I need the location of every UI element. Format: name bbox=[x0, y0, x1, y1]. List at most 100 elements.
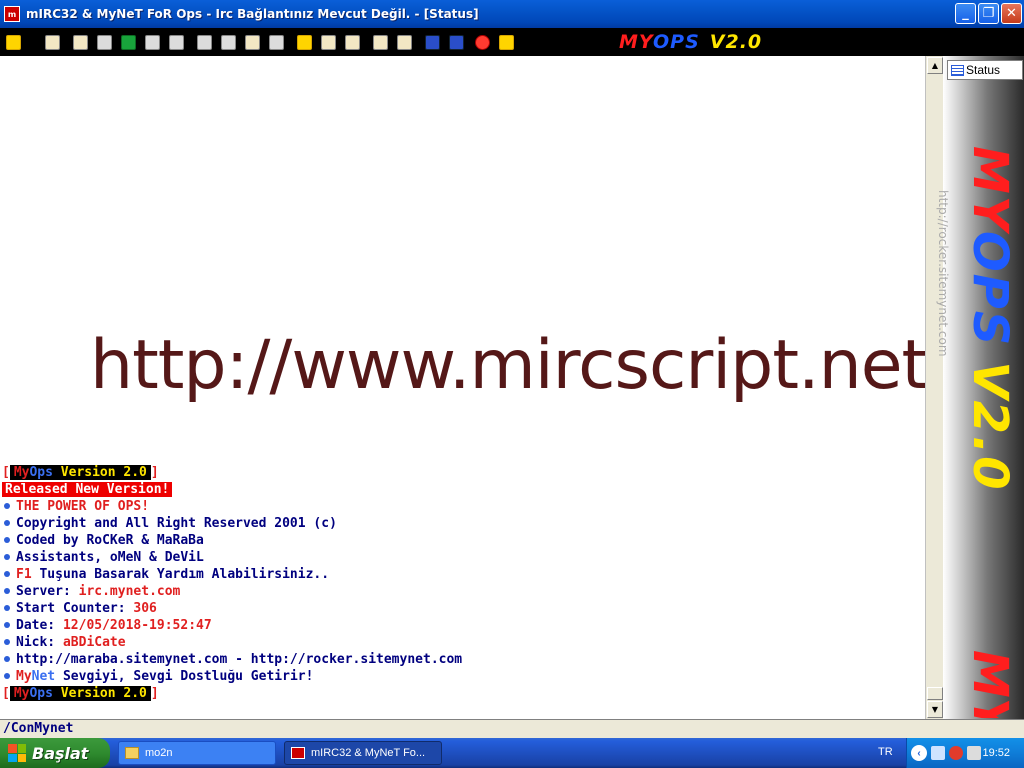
mirc-app-icon[interactable]: m bbox=[4, 6, 20, 22]
address-book-icon[interactable] bbox=[96, 34, 113, 51]
script-editor-icon[interactable] bbox=[120, 34, 137, 51]
channels-list-icon[interactable] bbox=[72, 34, 89, 51]
minimize-button[interactable]: _ bbox=[955, 3, 976, 24]
colors-icon[interactable] bbox=[244, 34, 261, 51]
switchbar-item-status[interactable]: Status bbox=[947, 60, 1023, 80]
log-segment: THE POWER OF OPS! bbox=[16, 499, 150, 514]
bullet-icon bbox=[4, 672, 10, 679]
version-my: My bbox=[13, 465, 30, 480]
windows-flag-icon bbox=[8, 744, 26, 762]
log-line: THE POWER OF OPS! bbox=[2, 498, 902, 515]
dcc-icon[interactable] bbox=[144, 34, 161, 51]
tray-app-icon[interactable] bbox=[967, 746, 981, 760]
vertical-brand-version: V2.0 bbox=[963, 361, 1018, 492]
notify-icon[interactable] bbox=[168, 34, 185, 51]
toolbar: MYOPS V2.0 bbox=[0, 28, 1024, 56]
toolbar-brand-logo: MYOPS V2.0 bbox=[619, 31, 762, 53]
bottom-brand-my: MY bbox=[963, 650, 1018, 718]
window-title: mIRC32 & MyNeT FoR Ops - Irc Bağlantınız… bbox=[26, 7, 479, 21]
log-segment: 306 bbox=[133, 601, 157, 616]
log-segment: Date: bbox=[16, 618, 63, 633]
scrollbar-thumb[interactable] bbox=[927, 687, 943, 700]
dcc-send-icon[interactable] bbox=[344, 34, 361, 51]
log-line: Copyright and All Right Reserved 2001 (c… bbox=[2, 515, 902, 532]
status-window-icon bbox=[951, 64, 964, 76]
scroll-up-button[interactable]: ▲ bbox=[927, 57, 943, 74]
log-icon[interactable] bbox=[268, 34, 285, 51]
scroll-down-button[interactable]: ▼ bbox=[927, 701, 943, 718]
sounds-icon[interactable] bbox=[320, 34, 337, 51]
taskbar-item-mo2n[interactable]: mo2n bbox=[118, 741, 276, 765]
brand-my: MY bbox=[619, 31, 653, 53]
bullet-icon bbox=[4, 536, 10, 543]
dcc-chat-icon[interactable] bbox=[372, 34, 389, 51]
log-segment: http://maraba.sitemynet.com - http://roc… bbox=[16, 652, 463, 667]
version-text: Version 2.0 bbox=[52, 465, 147, 480]
log-line: Date: 12/05/2018-19:52:47 bbox=[2, 617, 902, 634]
version-banner: MyOps Version 2.0 bbox=[9, 686, 151, 701]
title-bar[interactable]: m mIRC32 & MyNeT FoR Ops - Irc Bağlantın… bbox=[0, 0, 1024, 28]
bullet-icon bbox=[4, 655, 10, 662]
switchbar-bottom-logo: MY bbox=[963, 650, 1023, 718]
log-line: F1 Tuşuna Basarak Yardım Alabilirsiniz.. bbox=[2, 566, 902, 583]
log-bracket: ] bbox=[150, 686, 159, 701]
window-controls: _ ❐ ✕ bbox=[955, 3, 1022, 24]
log-segment: Assistants, oMeN & DeViL bbox=[16, 550, 204, 565]
tile-icon[interactable] bbox=[424, 34, 441, 51]
version-banner: MyOps Version 2.0 bbox=[9, 465, 151, 480]
language-indicator[interactable]: TR bbox=[878, 746, 893, 758]
away-icon[interactable] bbox=[296, 34, 313, 51]
log-segment: Sevgiyi, Sevgi Dostluğu Getirir! bbox=[55, 669, 314, 684]
notes-icon[interactable] bbox=[396, 34, 413, 51]
log-segment: Nick: bbox=[16, 635, 63, 650]
version-my: My bbox=[13, 686, 30, 701]
security-shield-icon[interactable] bbox=[949, 746, 963, 760]
mirc-icon bbox=[291, 747, 305, 759]
log-line: Nick: aBDiCate bbox=[2, 634, 902, 651]
log-segment: Net bbox=[31, 669, 56, 684]
version-ops: Ops bbox=[29, 686, 53, 701]
folder-icon bbox=[125, 747, 139, 759]
switchbar-vertical-logo: MYOPS V2.0 bbox=[963, 146, 1023, 586]
log-line: [MyOps Version 2.0] bbox=[2, 464, 902, 481]
url-catcher-icon[interactable] bbox=[196, 34, 213, 51]
log-segment: Coded by RoCKeR & MaRaBa bbox=[16, 533, 204, 548]
log-segment: F1 bbox=[16, 567, 32, 582]
vertical-brand-ops: OPS bbox=[963, 230, 1018, 348]
log-line: Assistants, oMeN & DeViL bbox=[2, 549, 902, 566]
background-watermark-url: http://www.mircscript.net bbox=[90, 326, 928, 405]
vertical-scrollbar[interactable]: ▲ ▼ bbox=[925, 56, 943, 719]
start-button[interactable]: Başlat bbox=[0, 738, 110, 768]
network-icon[interactable] bbox=[931, 746, 945, 760]
system-tray: ‹ 19:52 bbox=[906, 738, 1024, 768]
status-window[interactable]: http://www.mircscript.net [MyOps Version… bbox=[0, 56, 928, 719]
vertical-brand-my: MY bbox=[963, 146, 1018, 231]
show-hidden-icons-chevron-icon[interactable]: ‹ bbox=[911, 745, 927, 761]
cascade-icon[interactable] bbox=[448, 34, 465, 51]
log-bracket: [ bbox=[2, 686, 10, 701]
log-line: MyNet Sevgiyi, Sevgi Dostluğu Getirir! bbox=[2, 668, 902, 685]
log-line: Start Counter: 306 bbox=[2, 600, 902, 617]
restore-button[interactable]: ❐ bbox=[978, 3, 999, 24]
close-button[interactable]: ✕ bbox=[1001, 3, 1022, 24]
log-segment: aBDiCate bbox=[62, 635, 126, 650]
timer-icon[interactable] bbox=[220, 34, 237, 51]
bullet-icon bbox=[4, 604, 10, 611]
switchbar: Status MYOPSV2.0 MY bbox=[943, 56, 1024, 719]
help-icon[interactable] bbox=[474, 34, 491, 51]
switchbar-item-label: Status bbox=[966, 63, 1001, 77]
version-ops: Ops bbox=[29, 465, 53, 480]
bullet-icon bbox=[4, 553, 10, 560]
taskbar-item-mirc[interactable]: mIRC32 & MyNeT Fo... bbox=[284, 741, 442, 765]
command-input[interactable]: /ConMynet bbox=[0, 719, 1024, 738]
log-segment: irc.mynet.com bbox=[78, 584, 181, 599]
connect-icon[interactable] bbox=[5, 34, 22, 51]
log-line: http://maraba.sitemynet.com - http://roc… bbox=[2, 651, 902, 668]
log-line: Released New Version! bbox=[2, 481, 902, 498]
bullet-icon bbox=[4, 587, 10, 594]
brand-ops: OPS bbox=[653, 31, 700, 53]
clock[interactable]: 19:52 bbox=[982, 747, 1010, 759]
log-line: [MyOps Version 2.0] bbox=[2, 685, 902, 702]
lamp-icon[interactable] bbox=[498, 34, 515, 51]
options-icon[interactable] bbox=[44, 34, 61, 51]
